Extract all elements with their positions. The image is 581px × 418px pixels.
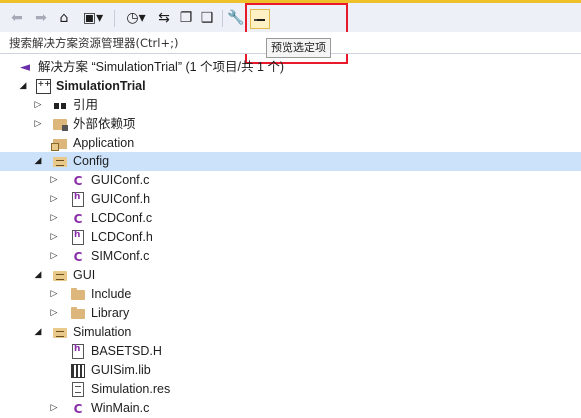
sync-with-active-document-button[interactable]: ⇆ xyxy=(156,7,172,29)
tree-item-file[interactable]: Simulation.res xyxy=(0,380,581,399)
tree-item-label: SimulationTrial xyxy=(56,79,146,93)
h-file-icon xyxy=(70,230,86,245)
tree-item-label: GUIConf.c xyxy=(91,173,150,187)
expand-arrow-icon[interactable]: ◢ xyxy=(32,266,44,285)
tree-item-file[interactable]: ▷ C GUIConf.c xyxy=(0,171,581,190)
tree-item-project[interactable]: ◢ SimulationTrial xyxy=(0,77,581,96)
tree-item-label: Simulation xyxy=(73,325,132,339)
filter-folder-icon xyxy=(52,268,68,283)
tree-item-file[interactable]: ▷ C LCDConf.c xyxy=(0,209,581,228)
collapse-arrow-icon[interactable]: ▷ xyxy=(32,115,44,134)
tree-item-simulation[interactable]: ◢ Simulation xyxy=(0,323,581,342)
tree-item-solution[interactable]: ◄ 解决方案 “SimulationTrial” (1 个项目/共 1 个) xyxy=(0,58,581,77)
tree-item-label: GUISim.lib xyxy=(91,363,151,377)
tree-item-file[interactable]: ▷ C WinMain.c xyxy=(0,399,581,418)
tree-item-label: BASETSD.H xyxy=(91,344,162,358)
search-input[interactable]: 搜索解决方案资源管理器(Ctrl+;) xyxy=(9,35,178,51)
tree-item-file[interactable]: BASETSD.H xyxy=(0,342,581,361)
back-button[interactable]: ⬅ xyxy=(9,7,25,29)
home-icon: ⌂ xyxy=(59,10,69,26)
tree-item-application[interactable]: Application xyxy=(0,134,581,153)
collapse-arrow-icon[interactable]: ▷ xyxy=(48,285,60,304)
c-file-icon: C xyxy=(73,249,83,264)
filter-folder-icon xyxy=(51,136,68,151)
visual-studio-solution-icon: ◄ xyxy=(20,60,30,75)
tree-item-label: Application xyxy=(73,136,135,150)
tree-item-label: 引用 xyxy=(73,98,99,112)
show-all-files-button[interactable]: ❑ xyxy=(199,7,215,29)
tree-item-label: 解决方案 “SimulationTrial” (1 个项目/共 1 个) xyxy=(38,60,285,74)
collapse-arrow-icon[interactable]: ▷ xyxy=(48,209,60,228)
switch-views-icon: ▣▾ xyxy=(82,10,104,26)
collapse-arrow-icon[interactable]: ▷ xyxy=(48,171,60,190)
tree-item-file[interactable]: ▷ C SIMConf.c xyxy=(0,247,581,266)
lib-file-icon xyxy=(70,363,86,378)
expand-arrow-icon[interactable]: ◢ xyxy=(17,77,29,96)
tree-item-label: WinMain.c xyxy=(91,401,150,415)
filter-folder-icon xyxy=(52,154,68,169)
tree-item-gui[interactable]: ◢ GUI xyxy=(0,266,581,285)
c-file-icon: C xyxy=(73,173,83,188)
pending-changes-filter-button[interactable]: ◷▾ xyxy=(121,7,151,29)
toolbar-separator xyxy=(222,10,223,27)
tree-item-file[interactable]: GUISim.lib xyxy=(0,361,581,380)
forward-button[interactable]: ➡ xyxy=(33,7,49,29)
wrench-icon: 🔧 xyxy=(227,10,245,26)
h-file-icon xyxy=(70,344,86,359)
properties-button[interactable]: 🔧 xyxy=(227,7,245,29)
tree-item-library[interactable]: ▷ Library xyxy=(0,304,581,323)
clock-icon: ◷▾ xyxy=(126,10,146,26)
arrow-right-icon: ➡ xyxy=(35,10,47,26)
tree-item-label: Include xyxy=(91,287,132,301)
collapse-all-icon: ❐ xyxy=(179,10,193,26)
filter-folder-icon xyxy=(52,325,68,340)
tree-item-label: GUI xyxy=(73,268,96,282)
tree-item-label: LCDConf.h xyxy=(91,230,153,244)
tree-item-label: 外部依赖项 xyxy=(73,117,136,131)
home-button[interactable]: ⌂ xyxy=(56,7,72,29)
folder-icon xyxy=(70,306,86,321)
tree-item-external-dependencies[interactable]: ▷ 外部依赖项 xyxy=(0,115,581,134)
expand-arrow-icon[interactable]: ◢ xyxy=(32,323,44,342)
collapse-arrow-icon[interactable]: ▷ xyxy=(48,190,60,209)
collapse-arrow-icon[interactable]: ▷ xyxy=(32,96,44,115)
c-file-icon: C xyxy=(73,211,83,226)
tree-item-file[interactable]: ▷ GUIConf.h xyxy=(0,190,581,209)
toolbar-separator xyxy=(114,10,115,27)
external-dependencies-icon xyxy=(52,117,68,132)
show-all-files-icon: ❑ xyxy=(200,10,214,26)
tree-item-config[interactable]: ◢ Config xyxy=(0,152,581,171)
tree-item-label: Config xyxy=(73,154,110,168)
tooltip: 预览选定项 xyxy=(266,38,331,58)
switch-views-button[interactable]: ▣▾ xyxy=(79,7,107,29)
tree-item-file[interactable]: ▷ LCDConf.h xyxy=(0,228,581,247)
folder-icon xyxy=(70,287,86,302)
sync-icon: ⇆ xyxy=(158,10,170,26)
tree-item-include[interactable]: ▷ Include xyxy=(0,285,581,304)
h-file-icon xyxy=(70,192,86,207)
tree-item-references[interactable]: ▷ 引用 xyxy=(0,96,581,115)
references-icon xyxy=(52,98,68,113)
collapse-arrow-icon[interactable]: ▷ xyxy=(48,228,60,247)
tree-item-label: Library xyxy=(91,306,130,320)
tree-item-label: Simulation.res xyxy=(91,382,171,396)
collapse-arrow-icon[interactable]: ▷ xyxy=(48,399,60,418)
tree-item-label: LCDConf.c xyxy=(91,211,153,225)
expand-arrow-icon[interactable]: ◢ xyxy=(32,152,44,171)
cpp-project-icon xyxy=(35,79,51,94)
c-file-icon: C xyxy=(73,401,83,416)
arrow-left-icon: ⬅ xyxy=(11,10,23,26)
resource-file-icon xyxy=(70,382,86,397)
collapse-arrow-icon[interactable]: ▷ xyxy=(48,304,60,323)
collapse-arrow-icon[interactable]: ▷ xyxy=(48,247,60,266)
tree-item-label: SIMConf.c xyxy=(91,249,150,263)
collapse-all-button[interactable]: ❐ xyxy=(178,7,194,29)
tree-item-label: GUIConf.h xyxy=(91,192,151,206)
